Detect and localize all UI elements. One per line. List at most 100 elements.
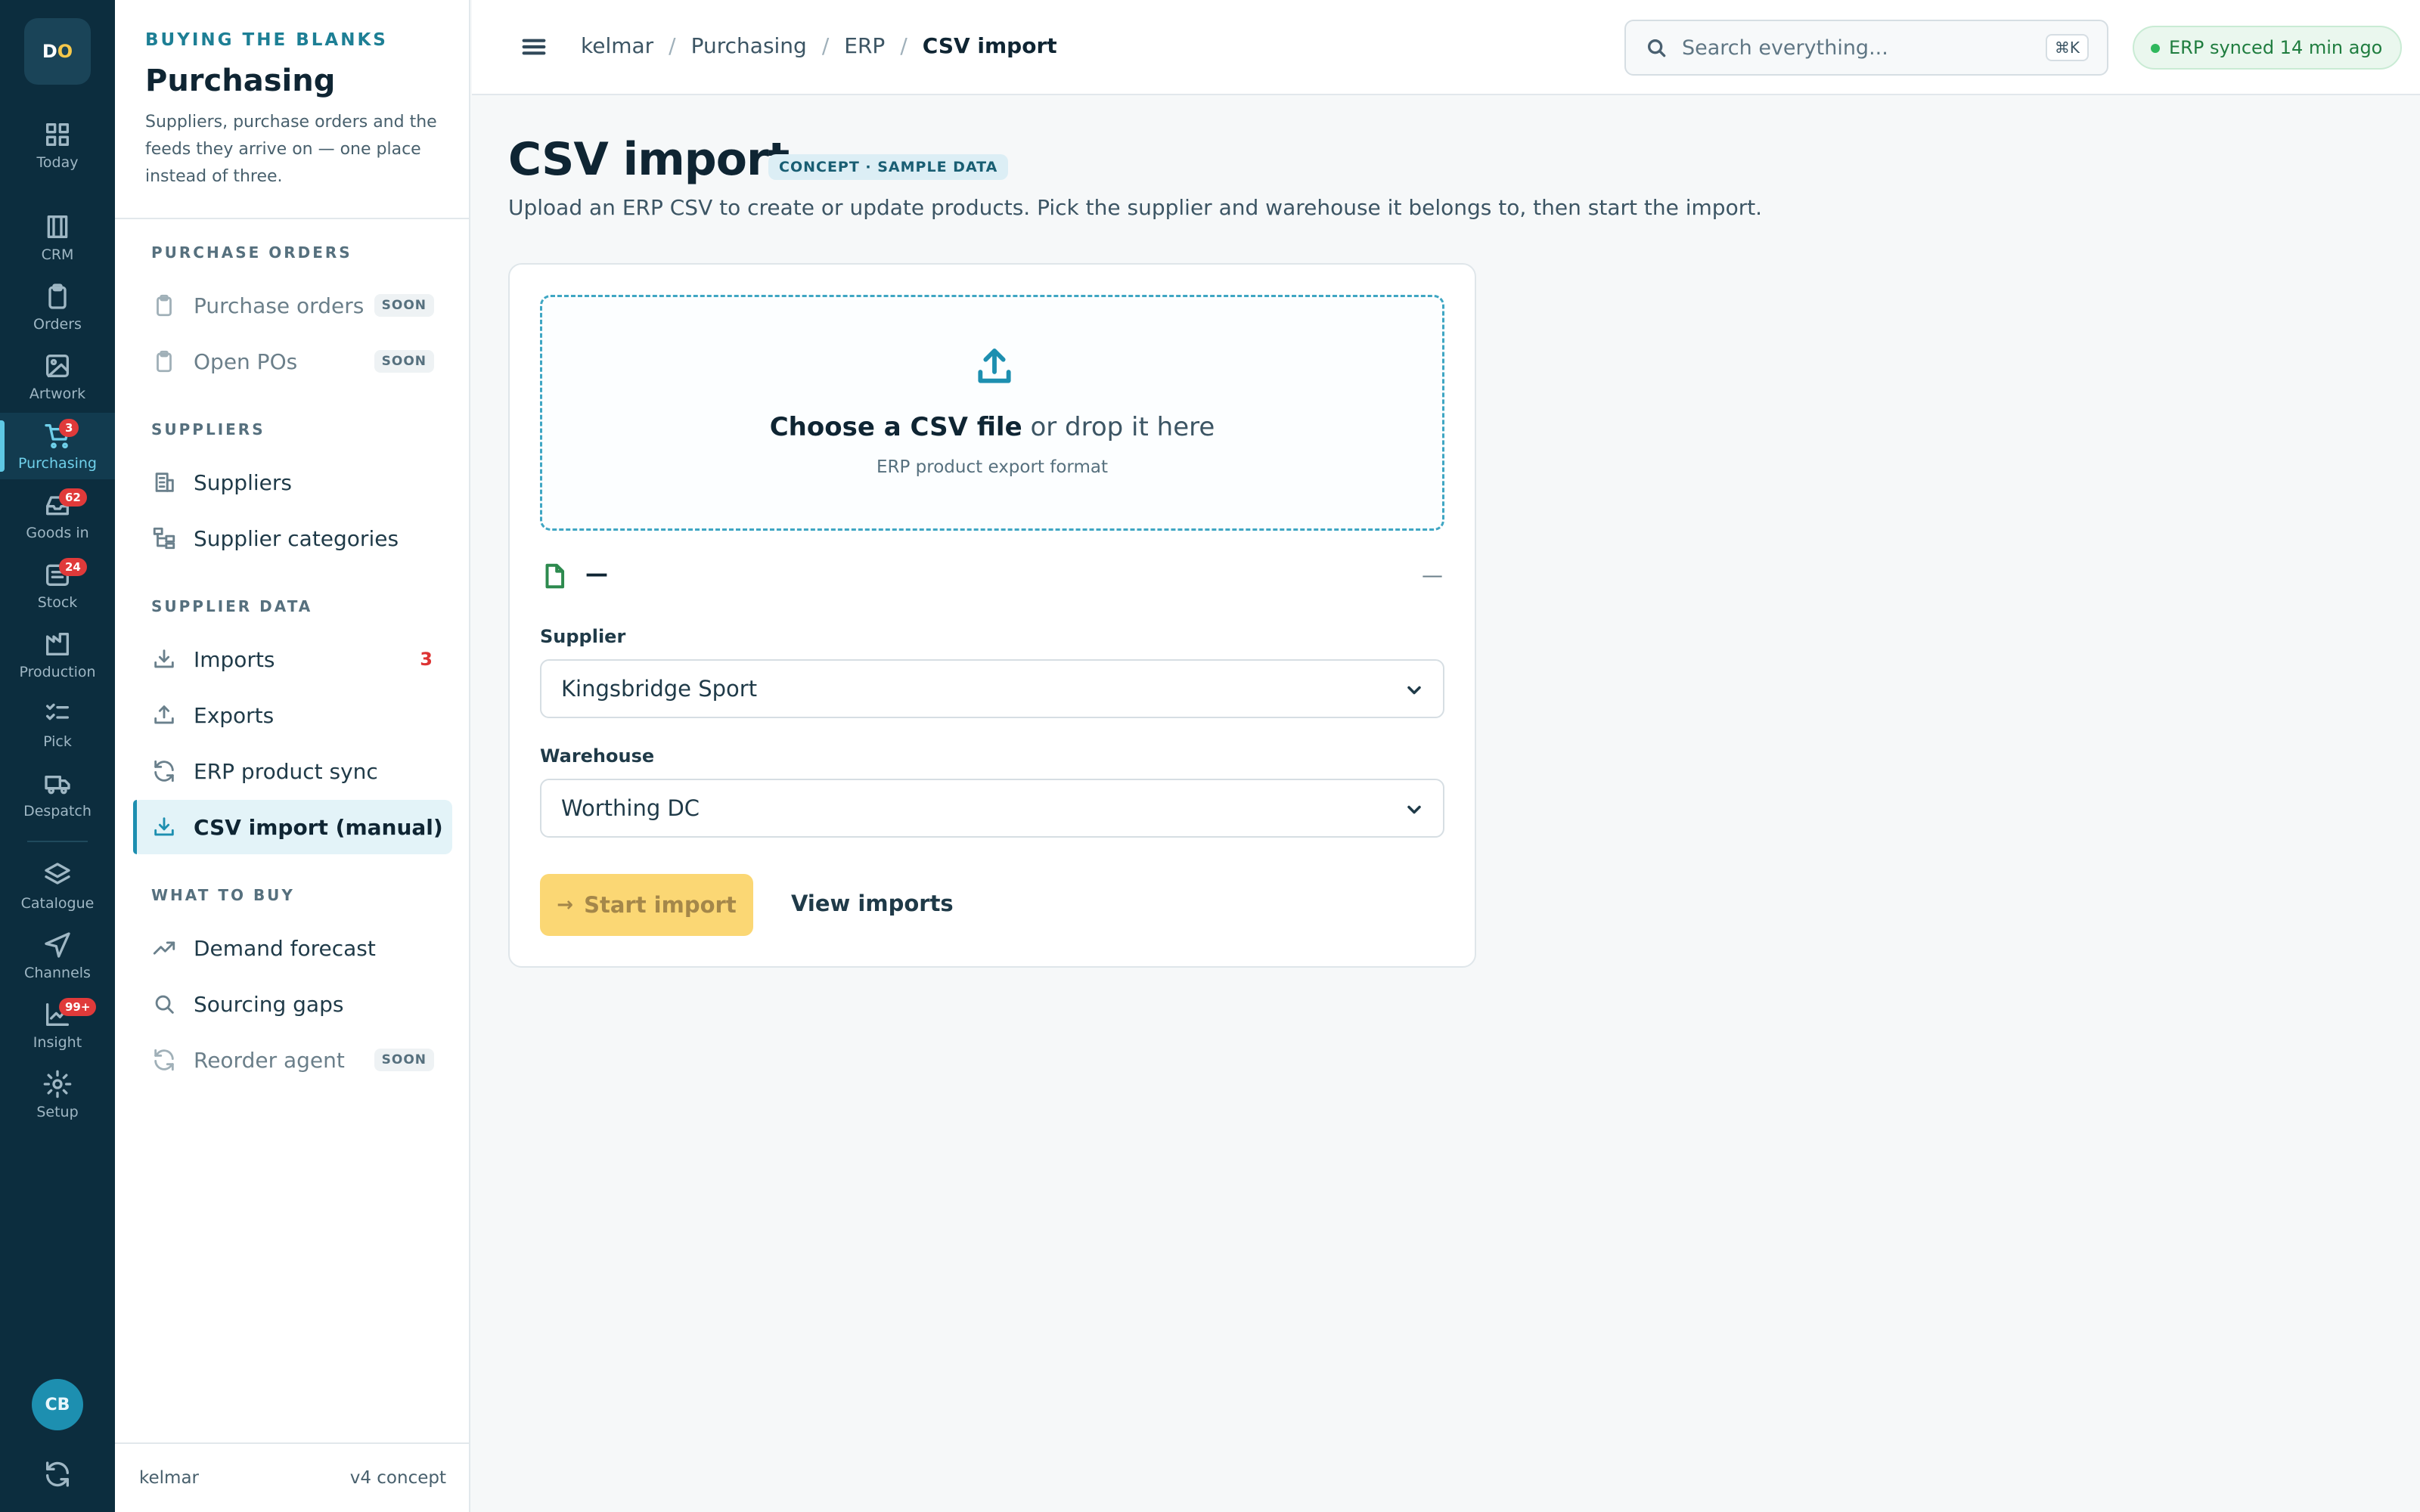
nav-open-pos[interactable]: Open POs SOON <box>133 334 452 389</box>
nav-csv-import[interactable]: CSV import (manual) <box>133 800 452 854</box>
rail-item-catalogue[interactable]: Catalogue <box>0 853 115 919</box>
sidebar-header: BUYING THE BLANKS Purchasing Suppliers, … <box>115 0 469 219</box>
rail-item-production[interactable]: Production <box>0 621 115 688</box>
purchasing-sidebar: BUYING THE BLANKS Purchasing Suppliers, … <box>115 0 470 1512</box>
sync-icon[interactable] <box>42 1459 73 1489</box>
insight-badge: 99+ <box>59 998 97 1016</box>
user-avatar[interactable]: CB <box>32 1379 83 1430</box>
nav-imports[interactable]: Imports 3 <box>133 632 452 686</box>
section-what-to-buy: WHAT TO BUY <box>151 886 295 904</box>
page-title: CSV import <box>508 133 790 186</box>
start-import-button[interactable]: → Start import <box>540 874 753 936</box>
grid-icon <box>46 123 70 146</box>
stock-badge: 24 <box>59 558 87 576</box>
send-icon <box>45 932 70 958</box>
version-label: v4 concept <box>349 1468 446 1488</box>
nav-demand-forecast[interactable]: Demand forecast <box>133 921 452 975</box>
rail-item-channels[interactable]: Channels <box>0 922 115 989</box>
rail-item-setup[interactable]: Setup <box>0 1061 115 1128</box>
rail-item-insight[interactable]: 99+ Insight <box>0 992 115 1058</box>
search-box[interactable]: ⌘K <box>1624 20 2108 76</box>
chevron-down-icon <box>1407 805 1421 814</box>
upload-icon <box>973 345 1016 388</box>
app-logo[interactable]: DO <box>24 18 91 85</box>
shortcut-hint: ⌘K <box>2045 34 2089 61</box>
choose-file-link[interactable]: Choose a CSV file <box>770 412 1022 442</box>
top-bar: kelmar / Purchasing / ERP / CSV import ⌘… <box>472 0 2420 95</box>
rail-item-crm[interactable]: CRM <box>0 204 115 271</box>
rail-item-despatch[interactable]: Despatch <box>0 761 115 827</box>
imports-count: 3 <box>420 649 433 670</box>
clipboard-icon <box>157 350 172 373</box>
crumb-kelmar[interactable]: kelmar <box>581 33 653 58</box>
clipboard-icon <box>48 284 67 309</box>
supplier-label: Supplier <box>540 626 626 647</box>
crumb-erp[interactable]: ERP <box>844 33 885 58</box>
building-icon <box>155 472 174 492</box>
erp-sync-status: ERP synced 14 min ago <box>2133 26 2403 70</box>
nav-exports[interactable]: Exports <box>133 688 452 742</box>
dropzone-format: ERP product export format <box>876 457 1109 477</box>
nav-erp-product-sync[interactable]: ERP product sync <box>133 744 452 798</box>
hierarchy-icon <box>153 527 175 550</box>
warehouse-select[interactable]: Worthing DC <box>540 779 1444 838</box>
section-supplier-data: SUPPLIER DATA <box>151 597 313 615</box>
sidebar-eyebrow: BUYING THE BLANKS <box>145 30 388 50</box>
nav-sourcing-gaps[interactable]: Sourcing gaps <box>133 977 452 1031</box>
csv-dropzone[interactable]: Choose a CSV file or drop it here ERP pr… <box>540 295 1444 531</box>
refresh-icon <box>154 760 174 782</box>
upload-icon <box>154 705 174 724</box>
checklist-icon <box>46 703 70 720</box>
nav-reorder-agent[interactable]: Reorder agent SOON <box>133 1033 452 1087</box>
soon-badge: SOON <box>374 350 434 373</box>
search-input[interactable] <box>1682 36 2030 60</box>
menu-icon[interactable] <box>519 32 549 62</box>
arrow-right-icon: → <box>557 894 574 916</box>
section-suppliers: SUPPLIERS <box>151 420 265 438</box>
app-rail: DO Today CRM Orders Artwork 3 Purchasing… <box>0 0 115 1512</box>
trend-icon <box>153 941 175 955</box>
image-icon <box>46 355 70 377</box>
dropzone-text: Choose a CSV file or drop it here <box>769 412 1215 442</box>
gear-icon <box>43 1070 72 1098</box>
truck-icon <box>45 776 70 795</box>
file-icon <box>540 561 569 591</box>
rail-item-today[interactable]: Today <box>0 112 115 178</box>
search-icon <box>155 995 174 1014</box>
download-icon <box>154 649 174 668</box>
building-icon <box>47 215 68 238</box>
rail-item-purchasing[interactable]: 3 Purchasing <box>0 413 115 479</box>
rail-divider <box>27 841 88 842</box>
breadcrumb: kelmar / Purchasing / ERP / CSV import <box>581 33 1057 58</box>
rail-item-goods-in[interactable]: 62 Goods in <box>0 482 115 549</box>
workspace-name: kelmar <box>139 1468 199 1488</box>
sidebar-footer: kelmar v4 concept <box>115 1442 470 1512</box>
chevron-down-icon <box>1407 686 1421 695</box>
rail-item-orders[interactable]: Orders <box>0 274 115 340</box>
crumb-purchasing[interactable]: Purchasing <box>691 33 807 58</box>
nav-supplier-categories[interactable]: Supplier categories <box>133 511 452 565</box>
concept-badge: CONCEPT · SAMPLE DATA <box>768 154 1009 180</box>
sidebar-title: Purchasing <box>145 64 336 98</box>
sidebar-description: Suppliers, purchase orders and the feeds… <box>145 113 437 186</box>
nav-suppliers[interactable]: Suppliers <box>133 455 452 510</box>
rail-item-pick[interactable]: Pick <box>0 691 115 758</box>
goods-in-badge: 62 <box>59 488 87 507</box>
rail-item-stock[interactable]: 24 Stock <box>0 552 115 618</box>
rail-item-artwork[interactable]: Artwork <box>0 343 115 410</box>
crumb-current: CSV import <box>922 33 1057 58</box>
view-imports-link[interactable]: View imports <box>791 891 954 916</box>
purchasing-badge: 3 <box>59 419 79 437</box>
factory-icon <box>46 633 70 655</box>
layers-icon <box>45 863 70 885</box>
import-card: Choose a CSV file or drop it here ERP pr… <box>508 263 1476 968</box>
search-icon <box>1648 39 1666 57</box>
warehouse-label: Warehouse <box>540 745 655 767</box>
page-description: Upload an ERP CSV to create or update pr… <box>508 195 1763 220</box>
supplier-select[interactable]: Kingsbridge Sport <box>540 659 1444 718</box>
soon-badge: SOON <box>374 294 434 317</box>
nav-purchase-orders[interactable]: Purchase orders SOON <box>133 278 452 333</box>
clipboard-icon <box>157 294 172 317</box>
selected-file-name: — <box>585 561 608 587</box>
soon-badge: SOON <box>374 1049 434 1071</box>
